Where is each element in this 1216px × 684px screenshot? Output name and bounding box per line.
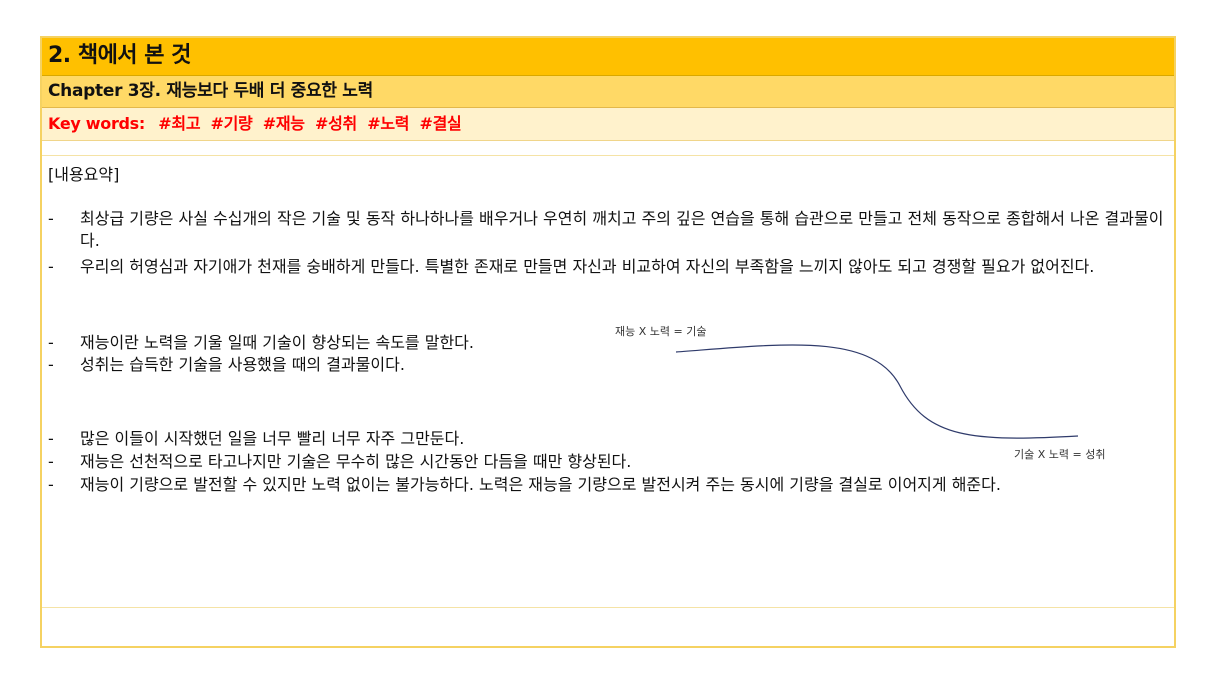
bullet-text: 우리의 허영심과 자기애가 천재를 숭배하게 만들다. 특별한 존재로 만들면 … [80, 257, 1095, 276]
formula-label-skill: 재능 X 노력 = 기술 [615, 325, 707, 338]
bullet-text: 최상급 기량은 사실 수십개의 작은 기술 및 동작 하나하나를 배우거나 우연… [80, 209, 1164, 250]
section-title: 2. 책에서 본 것 [42, 38, 1174, 76]
keyword-tag: #노력 [367, 114, 410, 133]
keyword-tag: #성취 [315, 114, 357, 133]
summary-bullet: - 재능이란 노력을 기울 일때 기술이 향상되는 속도를 말한다. [48, 332, 608, 354]
keywords-row: Key words: #최고 #기량 #재능 #성취 #노력 #결실 [42, 108, 1174, 141]
bullet-dash: - [48, 355, 54, 374]
bullet-text: 재능이 기량으로 발전할 수 있지만 노력 없이는 불가능하다. 노력은 재능을… [80, 475, 1001, 494]
summary-heading: [내용요약] [48, 165, 120, 184]
keyword-tag: #기량 [210, 114, 253, 133]
bullet-dash: - [48, 257, 54, 276]
bullet-text: 성취는 습득한 기술을 사용했을 때의 결과물이다. [80, 355, 405, 374]
bullet-dash: - [48, 475, 54, 494]
bullet-text: 재능이란 노력을 기울 일때 기술이 향상되는 속도를 말한다. [80, 333, 474, 352]
summary-bullet: - 재능은 선천적으로 타고나지만 기술은 무수히 많은 시간동안 다듬을 때만… [48, 451, 988, 473]
bullet-dash: - [48, 429, 54, 448]
footer-row [42, 608, 1174, 646]
spacer-row [42, 141, 1174, 156]
summary-bullet: - 우리의 허영심과 자기애가 천재를 숭배하게 만들다. 특별한 존재로 만들… [48, 256, 1168, 278]
keyword-tag: #재능 [262, 114, 305, 133]
keywords-label: Key words: [48, 114, 146, 133]
chapter-title: Chapter 3장. 재능보다 두배 더 중요한 노력 [42, 76, 1174, 108]
formula-label-achievement: 기술 X 노력 = 성취 [1014, 448, 1106, 461]
summary-bullet: - 최상급 기량은 사실 수십개의 작은 기술 및 동작 하나하나를 배우거나 … [48, 208, 1168, 252]
summary-bullet: - 재능이 기량으로 발전할 수 있지만 노력 없이는 불가능하다. 노력은 재… [48, 474, 1168, 496]
keyword-tag: #최고 [158, 114, 201, 133]
summary-bullet: - 성취는 습득한 기술을 사용했을 때의 결과물이다. [48, 354, 608, 376]
bullet-dash: - [48, 333, 54, 352]
curve-line [675, 344, 1079, 439]
bullet-dash: - [48, 452, 54, 471]
summary-bullet: - 많은 이들이 시작했던 일을 너무 빨리 너무 자주 그만둔다. [48, 428, 988, 450]
book-notes-sheet: 2. 책에서 본 것 Chapter 3장. 재능보다 두배 더 중요한 노력 … [40, 36, 1176, 648]
bullet-text: 재능은 선천적으로 타고나지만 기술은 무수히 많은 시간동안 다듬을 때만 향… [80, 452, 632, 471]
bullet-dash: - [48, 209, 54, 228]
keyword-tag: #결실 [419, 114, 462, 133]
bullet-text: 많은 이들이 시작했던 일을 너무 빨리 너무 자주 그만둔다. [80, 429, 465, 448]
summary-content: [내용요약] - 최상급 기량은 사실 수십개의 작은 기술 및 동작 하나하나… [42, 156, 1174, 608]
